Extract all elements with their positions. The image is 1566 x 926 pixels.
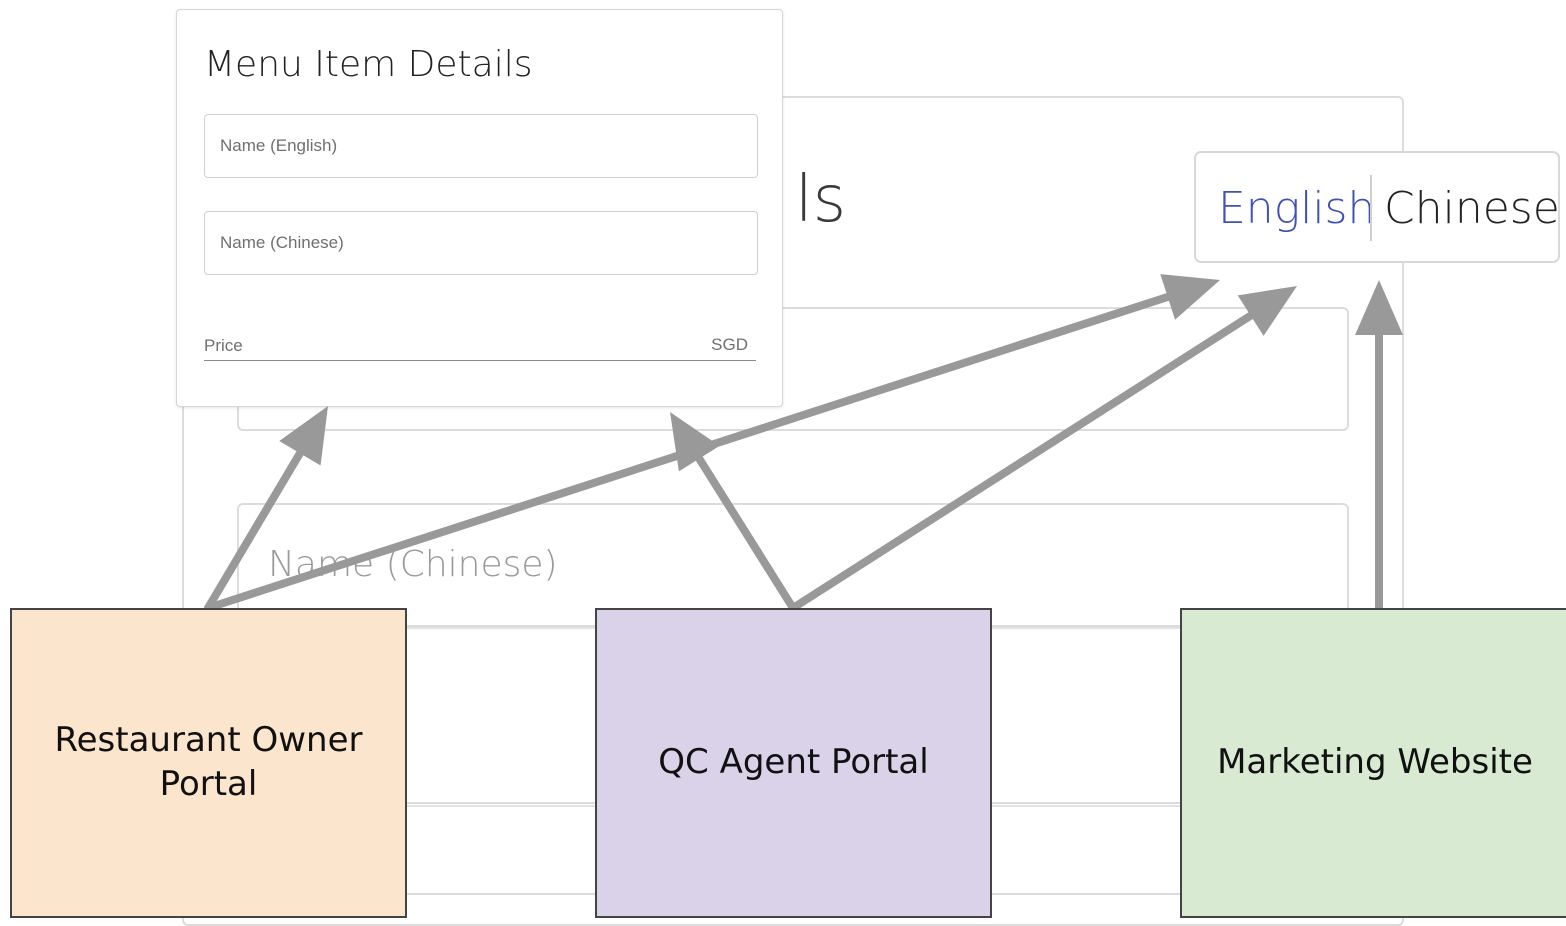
- restaurant-owner-portal-box: Restaurant Owner Portal: [10, 608, 407, 918]
- arrow-qc-to-menu-card-head: [670, 412, 720, 472]
- marketing-website-label: Marketing Website: [1217, 742, 1533, 783]
- qc-agent-portal-box: QC Agent Portal: [595, 608, 992, 918]
- arrow-owner-to-menu-card-head: [279, 406, 328, 466]
- arrow-qc-to-language-toggle-head: [1237, 286, 1297, 336]
- arrow-qc-to-menu-card-shaft: [695, 454, 797, 612]
- arrow-owner-to-language-toggle-head: [1160, 274, 1220, 320]
- qc-agent-portal-label: QC Agent Portal: [658, 742, 929, 783]
- arrow-qc-to-language-toggle-shaft: [789, 311, 1255, 612]
- restaurant-owner-portal-label: Restaurant Owner Portal: [54, 720, 363, 804]
- arrow-marketing-to-language-toggle-head: [1355, 280, 1403, 335]
- marketing-website-box: Marketing Website: [1180, 608, 1566, 918]
- arrow-group: [204, 274, 1403, 612]
